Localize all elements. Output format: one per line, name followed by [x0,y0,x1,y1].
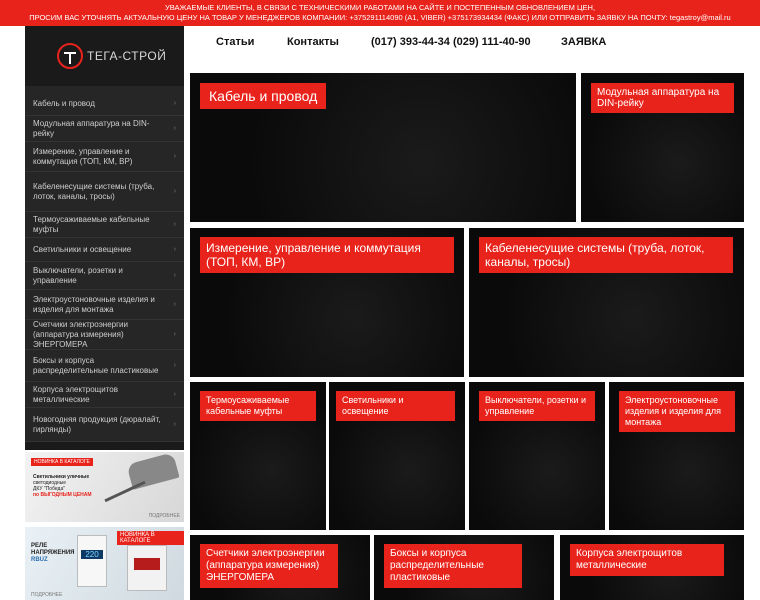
nav-order-link[interactable]: ЗАЯВКА [561,36,606,48]
sidebar-item-measurement[interactable]: Измерение, управление и коммутация (ТОП,… [25,142,184,172]
tile-measurement[interactable]: Измерение, управление и коммутация (ТОП,… [190,228,464,377]
chevron-right-icon: › [173,361,176,369]
sidebar-item-label: Термоусаживаемые кабельные муфты [33,214,150,234]
sidebar-item-label: Измерение, управление и коммутация (ТОП,… [33,146,133,166]
sidebar-item-label: Боксы и корпуса распределительные пласти… [33,355,159,375]
nav-articles-link[interactable]: Статьи [216,36,254,48]
tile-label: Кабель и провод [200,83,327,109]
sidebar-item-label: Корпуса электрощитов металлические [33,384,118,404]
promo-more-link[interactable]: ПОДРОБНЕЕ [149,513,180,519]
sidebar-item-lighting[interactable]: Светильники и освещение › [25,238,184,262]
sidebar: ТЕГА-СТРОЙ Кабель и провод › Модульная ап… [25,26,184,450]
tile-meters[interactable]: Счетчики электроэнергии (аппаратура изме… [190,535,370,600]
sidebar-item-din[interactable]: Модульная аппаратура на DIN-рейку › [25,116,184,142]
chevron-right-icon: › [173,220,176,228]
nav-contacts-link[interactable]: Контакты [287,36,339,48]
chevron-right-icon: › [173,187,176,195]
notice-line-1: УВАЖАЕМЫЕ КЛИЕНТЫ, В СВЯЗИ С ТЕХНИЧЕСКИМ… [164,3,596,12]
relay-device-image-2 [127,545,167,591]
chevron-right-icon: › [173,420,176,428]
notice-line-2: ПРОСИМ ВАС УТОЧНЯТЬ АКТУАЛЬНУЮ ЦЕНУ НА Т… [29,13,731,22]
relay-display: 220 [81,550,103,559]
sidebar-item-installation[interactable]: Электроустоновочные изделия и изделия дл… [25,290,184,320]
sidebar-item-cable-systems[interactable]: Кабеленесущие системы (труба, лоток, кан… [25,172,184,212]
sidebar-item-cable[interactable]: Кабель и провод › [25,92,184,116]
sidebar-item-meters[interactable]: Счетчики электроэнергии (аппаратура изме… [25,320,184,350]
nav-phones[interactable]: (017) 393-44-34 (029) 111-40-90 [371,36,531,48]
tile-heat-shrink[interactable]: Термоусаживаемые кабельные муфты [190,382,326,530]
sidebar-item-boxes[interactable]: Боксы и корпуса распределительные пласти… [25,350,184,382]
sidebar-item-label: Выключатели, розетки и управление [33,265,123,285]
new-badge: НОВИНКА В КАТАЛОГЕ [31,458,93,466]
sidebar-item-heat-shrink[interactable]: Термоусаживаемые кабельные муфты › [25,212,184,238]
category-menu: Кабель и провод › Модульная аппаратура на… [25,86,184,442]
logo-icon [57,43,83,69]
chevron-right-icon: › [173,390,176,398]
tile-label: Корпуса электрощитов металлические [570,544,724,576]
sidebar-item-label: Кабеленесущие системы (труба, лоток, кан… [33,181,155,201]
chevron-right-icon: › [173,245,176,253]
promo-more-link[interactable]: ПОДРОБНЕЕ [31,592,62,598]
sidebar-item-label: Новогодняя продукция (дюралайт, гирлянды… [33,414,161,434]
sidebar-item-switches[interactable]: Выключатели, розетки и управление › [25,262,184,290]
tile-switches[interactable]: Выключатели, розетки и управление [469,382,605,530]
tile-din[interactable]: Модульная аппаратура на DIN-рейку [581,73,744,222]
sidebar-item-label: Счетчики электроэнергии (аппаратура изме… [33,319,128,349]
tile-label: Кабеленесущие системы (труба, лоток, кан… [479,237,733,273]
chevron-right-icon: › [173,271,176,279]
notice-banner: УВАЖАЕМЫЕ КЛИЕНТЫ, В СВЯЗИ С ТЕХНИЧЕСКИМ… [0,0,760,26]
new-badge: НОВИНКА В КАТАЛОГЕ [117,531,184,545]
tile-label: Модульная аппаратура на DIN-рейку [591,83,734,113]
chevron-right-icon: › [173,152,176,160]
promo-street-lights[interactable]: НОВИНКА В КАТАЛОГЕ Светильники уличные с… [25,452,184,522]
tile-label: Электроустоновочные изделия и изделия дл… [619,391,735,432]
tile-metal-cabinets[interactable]: Корпуса электрощитов металлические [560,535,744,600]
chevron-right-icon: › [173,330,176,338]
street-light-pole [104,480,146,503]
chevron-right-icon: › [173,300,176,308]
sidebar-item-label: Электроустоновочные изделия и изделия дл… [33,294,155,314]
tile-label: Измерение, управление и коммутация (ТОП,… [200,237,454,273]
tile-label: Счетчики электроэнергии (аппаратура изме… [200,544,338,588]
logo-text: ТЕГА-СТРОЙ [87,49,167,63]
sidebar-item-new-year[interactable]: Новогодняя продукция (дюралайт, гирлянды… [25,408,184,442]
sidebar-item-label: Светильники и освещение [33,244,132,254]
chevron-right-icon: › [173,124,176,132]
sidebar-item-label: Модульная аппаратура на DIN-рейку [33,118,150,138]
tile-label: Выключатели, розетки и управление [479,391,595,421]
chevron-right-icon: › [173,99,176,107]
tile-cable[interactable]: Кабель и провод [190,73,576,222]
relay-device-image: 220 [77,535,107,587]
sidebar-item-metal-cabinets[interactable]: Корпуса электрощитов металлические › [25,382,184,408]
top-nav: Статьи Контакты (017) 393-44-34 (029) 11… [184,26,760,72]
logo[interactable]: ТЕГА-СТРОЙ [25,26,184,86]
tile-boxes[interactable]: Боксы и корпуса распределительные пласти… [374,535,554,600]
tile-label: Боксы и корпуса распределительные пласти… [384,544,522,588]
tile-label: Светильники и освещение [336,391,455,421]
tile-installation[interactable]: Электроустоновочные изделия и изделия дл… [609,382,744,530]
relay-display-2 [134,558,160,570]
promo-voltage-relay[interactable]: НОВИНКА В КАТАЛОГЕ РЕЛЕ НАПРЯЖЕНИЯ RBUZ … [25,527,184,600]
promo-text: Светильники уличные светодиодные ДКУ "По… [33,474,92,498]
tile-label: Термоусаживаемые кабельные муфты [200,391,316,421]
promo-text: РЕЛЕ НАПРЯЖЕНИЯ RBUZ [31,543,75,563]
tile-cable-systems[interactable]: Кабеленесущие системы (труба, лоток, кан… [469,228,744,377]
sidebar-item-label: Кабель и провод [33,98,95,108]
tile-lighting[interactable]: Светильники и освещение [329,382,465,530]
